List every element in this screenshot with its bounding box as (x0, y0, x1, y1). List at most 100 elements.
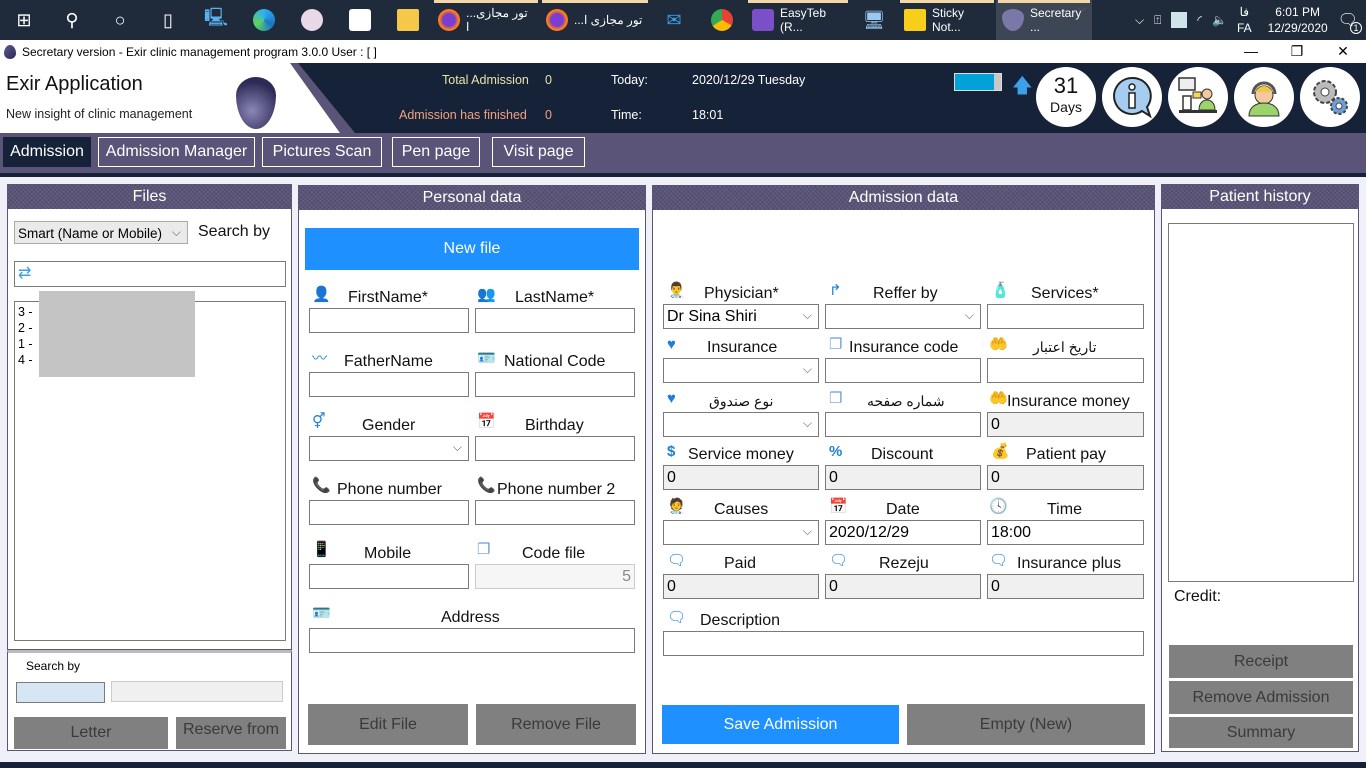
taskbar-app-visual-studio[interactable]: EasyTeb (R... (746, 0, 850, 40)
file-search-input[interactable]: ⇄ (14, 261, 286, 287)
search-icon[interactable]: ⚲ (48, 0, 96, 40)
mail-icon[interactable]: ✉ (650, 0, 698, 40)
paint-icon[interactable] (288, 0, 336, 40)
time-input[interactable]: 18:00 (987, 520, 1144, 545)
letter-button[interactable]: Letter (14, 717, 168, 749)
admission-data-panel: Admission data 👨‍⚕️ Physician* Dr Sina S… (652, 185, 1155, 754)
wifi-icon[interactable]: ◜ (1197, 13, 1202, 27)
taskbar-app-firefox-2[interactable]: ...تور مجازی ا (540, 0, 650, 40)
store-icon[interactable] (336, 0, 384, 40)
calendar-icon: 📅 (829, 498, 848, 515)
info-button[interactable] (1102, 67, 1162, 127)
save-admission-button[interactable]: Save Admission (662, 705, 899, 744)
description-input[interactable] (663, 631, 1144, 656)
chevron-up-icon[interactable]: ⌵ (1135, 13, 1144, 28)
taskbar-app-sticky-notes[interactable]: Sticky Not... (898, 0, 996, 40)
code-file-input[interactable]: 5 (475, 564, 635, 589)
insurance-plus-input[interactable]: 0 (987, 574, 1144, 599)
support-button[interactable] (1234, 67, 1294, 127)
phone2-input[interactable] (475, 500, 635, 525)
window-bottom-bar (0, 762, 1366, 768)
gender-select[interactable] (309, 436, 469, 461)
new-file-button[interactable]: New file (305, 228, 639, 270)
consultation-button[interactable] (1168, 67, 1228, 127)
reserve-from-button[interactable]: Reserve from (176, 717, 286, 749)
search-mode-select[interactable]: Smart (Name or Mobile) (14, 221, 188, 244)
insurance-money-input[interactable]: 0 (987, 412, 1144, 437)
summary-button[interactable]: Summary (1169, 717, 1353, 748)
total-admission-value: 0 (545, 73, 552, 87)
remote-desktop-icon[interactable]: 🖥 (850, 0, 898, 40)
clock[interactable]: 6:01 PM 12/29/2020 (1268, 4, 1328, 36)
date-input[interactable]: 2020/12/29 (825, 520, 981, 545)
patient-pay-label: Patient pay (1026, 446, 1107, 463)
phone-input[interactable] (309, 500, 469, 525)
tab-admission-manager[interactable]: Admission Manager (98, 137, 255, 167)
tab-admission[interactable]: Admission (3, 137, 91, 167)
paid-label: Paid (724, 555, 757, 572)
reffer-by-select[interactable] (825, 304, 981, 329)
chrome-icon[interactable] (698, 0, 746, 40)
cortana-icon[interactable]: ○ (96, 0, 144, 40)
father-name-input[interactable] (309, 372, 469, 397)
maximize-button[interactable]: ❐ (1274, 43, 1320, 60)
service-money-input[interactable]: 0 (663, 465, 819, 490)
language-indicator[interactable]: فا FA (1237, 4, 1252, 36)
validity-date-input[interactable] (987, 358, 1144, 383)
medicine-icon: 🧴 (991, 282, 1010, 299)
birthday-input[interactable] (475, 436, 635, 461)
chart-icon[interactable] (1171, 12, 1188, 28)
edge-icon[interactable] (240, 0, 288, 40)
edit-file-button[interactable]: Edit File (308, 704, 468, 745)
network-disconnected-icon[interactable]: ⍐ (1154, 13, 1161, 28)
notification-icon[interactable]: 🗨 1 (1338, 10, 1362, 34)
receipt-button[interactable]: Receipt (1169, 645, 1353, 678)
insurance-code-label: Insurance code (849, 339, 959, 356)
fund-type-select[interactable] (663, 412, 819, 437)
refresh-icon[interactable]: ⇄ (18, 265, 31, 282)
taskbar-app-secretary[interactable]: Secretary ... (996, 0, 1092, 40)
causes-select[interactable] (663, 520, 819, 545)
father-name-label: FatherName (344, 353, 433, 370)
services-input[interactable] (987, 304, 1144, 329)
national-code-input[interactable] (475, 372, 635, 397)
rezeju-input[interactable]: 0 (825, 574, 981, 599)
windows-start-icon[interactable]: ⊞ (0, 0, 48, 40)
patient-pay-input[interactable]: 0 (987, 465, 1144, 490)
page-number-input[interactable] (825, 412, 981, 437)
today-value: 2020/12/29 Tuesday (692, 73, 806, 87)
days-remaining-badge[interactable]: 31 Days (1036, 67, 1096, 127)
search-field-1[interactable] (16, 682, 105, 703)
address-input[interactable] (309, 628, 635, 653)
physician-select[interactable]: Dr Sina Shiri (663, 304, 819, 329)
tab-pen-page[interactable]: Pen page (392, 137, 480, 167)
upload-arrow-icon[interactable]: 🡅 (1012, 71, 1033, 105)
tab-visit-page[interactable]: Visit page (492, 137, 585, 167)
insurance-code-input[interactable] (825, 358, 981, 383)
empty-new-button[interactable]: Empty (New) (907, 704, 1145, 745)
taskbar-app-firefox-1[interactable]: ...تور مجازی ا (432, 0, 540, 40)
history-list[interactable] (1168, 223, 1354, 582)
patient-icon: 🧑‍⚕️ (667, 498, 686, 515)
remove-admission-button[interactable]: Remove Admission (1169, 681, 1353, 714)
computer-icon[interactable]: 🖳 (192, 0, 240, 40)
minimize-button[interactable]: — (1228, 43, 1274, 60)
discount-input[interactable]: 0 (825, 465, 981, 490)
mustache-icon: 〰 (312, 350, 328, 367)
last-name-input[interactable] (475, 308, 635, 333)
first-name-input[interactable] (309, 308, 469, 333)
search-field-2[interactable] (111, 681, 283, 702)
settings-button[interactable] (1300, 67, 1360, 127)
personal-data-panel: Personal data New file 👤 FirstName* 👥 La… (298, 185, 646, 754)
mobile-input[interactable] (309, 564, 469, 589)
file-explorer-icon[interactable] (384, 0, 432, 40)
remove-file-button[interactable]: Remove File (476, 704, 636, 745)
volume-icon[interactable]: 🔈 (1212, 13, 1227, 27)
tab-pictures-scan[interactable]: Pictures Scan (262, 137, 382, 167)
task-view-icon[interactable]: ▯ (144, 0, 192, 40)
close-button[interactable]: ✕ (1320, 43, 1366, 60)
paid-input[interactable]: 0 (663, 574, 819, 599)
address-label: Address (441, 609, 500, 626)
insurance-select[interactable] (663, 358, 819, 383)
battery-fill (955, 74, 995, 90)
